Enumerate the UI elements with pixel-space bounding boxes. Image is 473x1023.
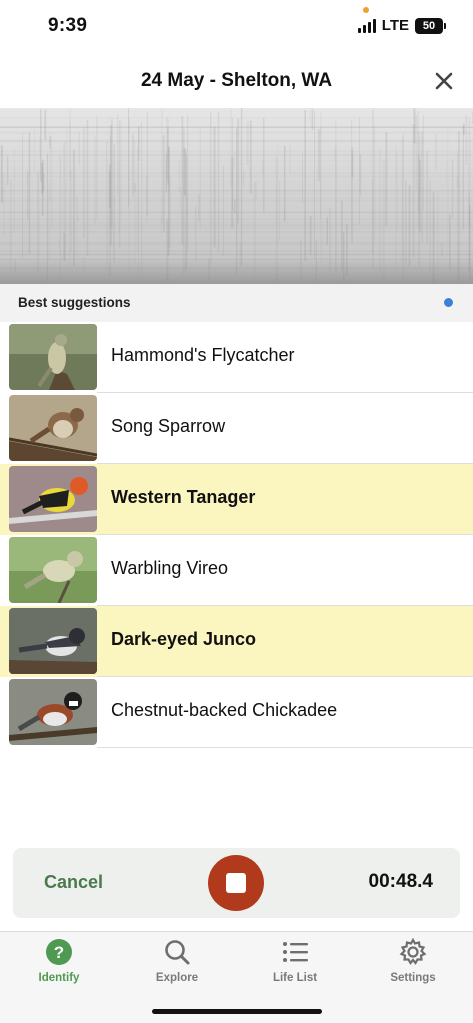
question-icon: ? (46, 939, 72, 965)
tab-settings[interactable]: Settings (363, 938, 463, 984)
stop-recording-button[interactable] (208, 855, 264, 911)
spectrogram-image (0, 108, 473, 284)
suggestion-row[interactable]: Warbling Vireo (0, 535, 473, 606)
recording-bar: Cancel 00:48.4 (13, 848, 460, 918)
status-icons: LTE 50 (357, 17, 446, 34)
bird-photo (9, 466, 97, 532)
tab-identify[interactable]: ? Identify (9, 938, 109, 984)
bird-photo (9, 324, 97, 390)
list-icon (283, 942, 308, 962)
suggestions-list: Hammond's Flycatcher Song Sparrow Wester… (0, 322, 473, 748)
bird-name: Warbling Vireo (111, 558, 229, 578)
bird-name: Western Tanager (111, 487, 256, 507)
page-title: 24 May - Shelton, WA (140, 70, 333, 91)
tab-label: Life List (272, 972, 318, 984)
close-button[interactable] (431, 68, 457, 94)
status-bar: 9:39 LTE 50 (0, 0, 473, 54)
battery-icon: 50 (415, 17, 446, 34)
bird-photo (9, 395, 97, 461)
live-indicator-dot (444, 298, 453, 307)
search-icon (165, 940, 190, 965)
suggestion-row[interactable]: Song Sparrow (0, 393, 473, 464)
tab-label: Settings (390, 972, 436, 984)
suggestions-header: Best suggestions (0, 284, 473, 322)
bird-photo (9, 537, 97, 603)
tab-label: Explore (155, 972, 199, 984)
tab-label: Identify (38, 972, 80, 984)
svg-text:?: ? (54, 943, 64, 962)
bird-photo (9, 679, 97, 745)
tab-bar: ? Identify Explore Life List Settings (0, 931, 473, 1023)
tab-life-list[interactable]: Life List (245, 938, 345, 984)
row-divider (97, 747, 473, 748)
bird-name: Song Sparrow (111, 416, 226, 436)
recording-timer: 00:48.4 (368, 871, 433, 892)
bird-name: Dark-eyed Junco (111, 629, 257, 649)
suggestions-label: Best suggestions (18, 295, 131, 310)
close-icon (435, 72, 453, 90)
gear-icon (399, 938, 427, 965)
suggestion-row[interactable]: Western Tanager (0, 464, 473, 535)
tab-explore[interactable]: Explore (127, 938, 227, 984)
bird-name: Hammond's Flycatcher (111, 345, 295, 365)
header: 24 May - Shelton, WA (0, 58, 473, 106)
network-label: LTE (381, 17, 409, 34)
signal-icon (357, 18, 376, 33)
bird-name: Chestnut-backed Chickadee (111, 700, 338, 720)
spectrogram (0, 108, 473, 284)
suggestion-row[interactable]: Hammond's Flycatcher (0, 322, 473, 393)
bird-photo (9, 608, 97, 674)
stop-icon (226, 873, 246, 893)
cancel-button[interactable]: Cancel (44, 872, 103, 893)
battery-level: 50 (422, 19, 436, 32)
home-indicator (152, 1009, 322, 1014)
suggestion-row[interactable]: Chestnut-backed Chickadee (0, 677, 473, 748)
suggestion-row[interactable]: Dark-eyed Junco (0, 606, 473, 677)
mic-indicator-dot (363, 7, 369, 13)
status-time: 9:39 (48, 15, 88, 36)
